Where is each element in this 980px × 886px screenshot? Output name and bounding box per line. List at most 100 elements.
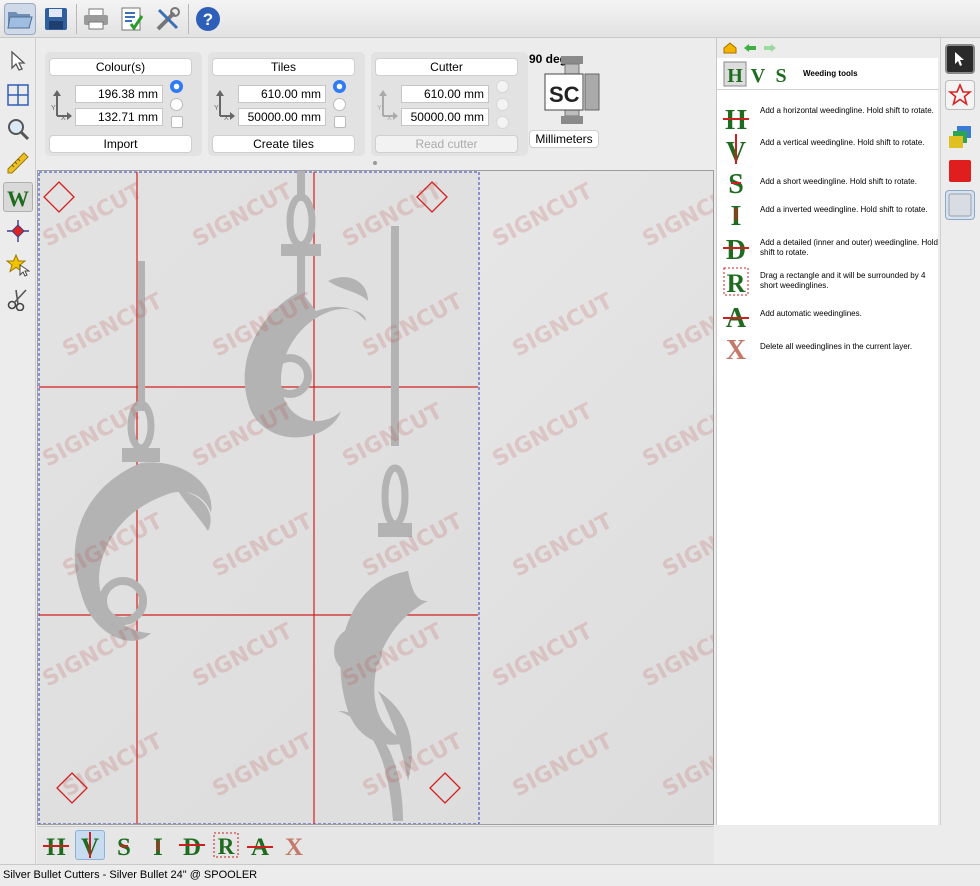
weed-h-icon: H	[723, 105, 749, 132]
fill-color-icon[interactable]	[945, 156, 975, 186]
left-toolbox: W	[0, 38, 36, 864]
weed-x-icon: X	[726, 335, 746, 362]
weed-d-icon: D	[723, 235, 749, 262]
tool-description: Add a detailed (inner and outer) weeding…	[760, 238, 938, 257]
weed-v-icon: V	[726, 134, 746, 164]
tiles-radio-2[interactable]	[333, 98, 346, 111]
zoom-icon[interactable]	[3, 114, 33, 144]
layers-icon[interactable]	[945, 122, 975, 152]
printer-icon[interactable]	[80, 3, 112, 35]
hvs-logo-icon: H V S	[723, 61, 787, 87]
svg-text:H: H	[727, 65, 743, 87]
panel-nav	[717, 38, 939, 58]
tool-description: Add a short weedingline. Hold shift to r…	[760, 177, 917, 186]
tools-icon[interactable]	[152, 3, 184, 35]
svg-text:X: X	[285, 834, 303, 859]
home-icon[interactable]	[723, 42, 737, 54]
main-toolbar: ?	[0, 0, 980, 38]
crosshair-icon[interactable]	[3, 216, 33, 246]
tool-description: Add a horizontal weedingline. Hold shift…	[760, 106, 934, 115]
axis-icon: YX	[214, 90, 235, 120]
pointer-icon[interactable]	[3, 46, 33, 76]
svg-text:X: X	[61, 115, 66, 120]
tiles-x-field[interactable]: 610.00 mm	[238, 85, 326, 103]
weed-s-icon: S	[728, 169, 744, 196]
tool-description: Add a vertical weedingline. Hold shift t…	[760, 138, 925, 147]
tool-description: Delete all weedinglines in the current l…	[760, 342, 913, 351]
svg-text:V: V	[751, 65, 766, 87]
colours-x-field[interactable]: 196.38 mm	[75, 85, 163, 103]
canvas-artwork	[38, 171, 480, 824]
cutter-machine-icon[interactable]: SC	[543, 54, 603, 126]
star-shape-icon[interactable]	[945, 80, 975, 110]
weeding-icon[interactable]: W	[3, 182, 33, 212]
cutter-panel: Cutter YX 610.00 mm 50000.00 mm Read cut…	[371, 52, 528, 156]
colours-title[interactable]: Colour(s)	[49, 58, 192, 76]
cutter-x-field[interactable]: 610.00 mm	[401, 85, 489, 103]
svg-text:R: R	[218, 834, 235, 859]
status-bar: Silver Bullet Cutters - Silver Bullet 24…	[0, 864, 980, 886]
save-disk-icon[interactable]	[40, 3, 72, 35]
control-panels: Colour(s) YX 196.38 mm 132.71 mm Import …	[37, 38, 714, 168]
weed-s-button[interactable]: S	[109, 830, 139, 860]
tool-description: Add automatic weedinglines.	[760, 309, 862, 318]
colours-checkbox[interactable]	[171, 116, 183, 128]
ruler-pencil-icon[interactable]	[3, 148, 33, 178]
weed-i-icon: I	[731, 201, 742, 228]
weed-r-icon: R	[723, 267, 749, 296]
svg-text:?: ?	[203, 10, 213, 29]
cutter-logo: SC	[549, 82, 580, 107]
weed-h-button[interactable]: H	[41, 830, 71, 860]
panel-title: Weeding tools	[803, 69, 858, 78]
svg-text:Y: Y	[377, 105, 382, 112]
design-canvas[interactable]: SIGNCUT SIGNCUT SIGNCUT SIGNCUT SIGNCUT …	[37, 170, 714, 825]
help-icon[interactable]: ?	[192, 3, 224, 35]
select-arrow-icon[interactable]	[945, 44, 975, 74]
open-folder-icon[interactable]	[4, 3, 36, 35]
tool-description: Drag a rectangle and it will be surround…	[760, 271, 926, 290]
forward-arrow-icon[interactable]	[763, 42, 777, 54]
tiles-radio-1[interactable]	[333, 80, 346, 93]
svg-text:A: A	[726, 303, 747, 330]
grid-icon[interactable]	[3, 80, 33, 110]
colours-panel: Colour(s) YX 196.38 mm 132.71 mm Import	[45, 52, 202, 156]
tiles-panel: Tiles YX 610.00 mm 50000.00 mm Create ti…	[208, 52, 365, 156]
weeding-toolbar: H V S I D R A X	[37, 826, 714, 864]
colours-radio-2[interactable]	[170, 98, 183, 111]
weed-r-button[interactable]: R	[211, 830, 241, 860]
cutter-title[interactable]: Cutter	[375, 58, 518, 76]
back-arrow-icon[interactable]	[743, 42, 757, 54]
colours-radio-1[interactable]	[170, 80, 183, 93]
weed-a-button[interactable]: A	[245, 830, 275, 860]
scissors-icon[interactable]	[3, 284, 33, 314]
cutter-radio-2[interactable]	[496, 98, 509, 111]
splitter-handle[interactable]	[372, 160, 378, 166]
cutter-radio-1[interactable]	[496, 80, 509, 93]
weed-i-button[interactable]: I	[143, 830, 173, 860]
svg-text:W: W	[7, 186, 29, 210]
weed-x-button[interactable]: X	[279, 830, 309, 860]
svg-text:D: D	[183, 834, 201, 859]
read-cutter-button[interactable]: Read cutter	[375, 135, 518, 153]
axis-icon: YX	[51, 90, 72, 120]
colours-y-field[interactable]: 132.71 mm	[75, 108, 163, 126]
cutter-y-field[interactable]: 50000.00 mm	[401, 108, 489, 126]
weed-v-button[interactable]: V	[75, 830, 105, 860]
tiles-y-field[interactable]: 50000.00 mm	[238, 108, 326, 126]
checklist-icon[interactable]	[116, 3, 148, 35]
tiles-checkbox[interactable]	[334, 116, 346, 128]
tiles-title[interactable]: Tiles	[212, 58, 355, 76]
weed-a-icon: A	[723, 303, 749, 330]
weeding-tools-panel: H V S Weeding tools H Add a horizontal w…	[716, 38, 939, 825]
svg-text:X: X	[726, 335, 746, 362]
star-select-icon[interactable]	[3, 250, 33, 280]
import-button[interactable]: Import	[49, 135, 192, 153]
svg-text:Y: Y	[214, 105, 219, 112]
fill-gradient-icon[interactable]	[945, 190, 975, 220]
units-button[interactable]: Millimeters	[529, 130, 599, 148]
cutter-radio-3[interactable]	[496, 116, 509, 129]
weed-d-button[interactable]: D	[177, 830, 207, 860]
tool-description: Add a inverted weedingline. Hold shift t…	[760, 205, 928, 214]
svg-text:Y: Y	[51, 105, 56, 112]
create-tiles-button[interactable]: Create tiles	[212, 135, 355, 153]
